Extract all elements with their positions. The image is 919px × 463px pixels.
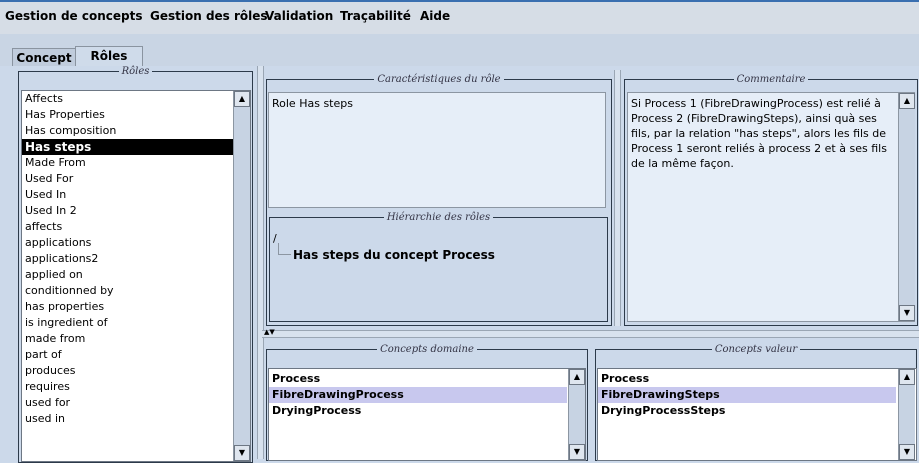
scroll-up-icon[interactable]: ▲ [899,369,915,385]
list-item[interactable]: affects [22,219,233,235]
list-item[interactable]: DryingProcessSteps [598,403,896,419]
scroll-down-icon[interactable]: ▼ [899,444,915,460]
roles-list[interactable]: Affects Has Properties Has composition H… [21,90,251,462]
top-vertical-splitter[interactable] [614,70,621,326]
list-item[interactable]: Affects [22,91,233,107]
value-concepts-legend: Concepts valeur [714,344,798,355]
comment-legend: Commentaire [736,74,806,85]
hierarchy-legend: Hiérarchie des rôles [386,212,491,223]
list-item-highlighted[interactable]: FibreDrawingProcess [269,387,567,403]
scroll-up-icon[interactable]: ▲ [899,93,915,109]
list-item-highlighted[interactable]: FibreDrawingSteps [598,387,896,403]
value-concepts-body: Process FibreDrawingSteps DryingProcessS… [598,371,896,419]
list-item[interactable]: applications2 [22,251,233,267]
vertical-splitter[interactable] [257,66,264,459]
list-item[interactable]: produces [22,363,233,379]
list-item[interactable]: Has composition [22,123,233,139]
list-item[interactable]: Process [269,371,567,387]
domain-concepts-legend: Concepts domaine [380,344,474,355]
list-item[interactable]: made from [22,331,233,347]
scroll-up-icon[interactable]: ▲ [569,369,585,385]
list-item[interactable]: used in [22,411,233,427]
list-item[interactable]: Used In 2 [22,203,233,219]
domain-concepts-body: Process FibreDrawingProcess DryingProces… [269,371,567,419]
menu-aide[interactable]: Aide [420,9,450,23]
list-item[interactable]: DryingProcess [269,403,567,419]
list-item[interactable]: applied on [22,267,233,283]
tab-concept[interactable]: Concept [12,48,76,67]
tree-connector [278,243,291,255]
value-concepts-list[interactable]: Process FibreDrawingSteps DryingProcessS… [597,368,917,461]
hierarchy-node[interactable]: Has steps du concept Process [293,248,495,262]
roles-list-body: Affects Has Properties Has composition H… [22,91,233,461]
list-item[interactable]: applications [22,235,233,251]
domain-concepts-list[interactable]: Process FibreDrawingProcess DryingProces… [268,368,586,461]
roles-panel: Rôles Affects Has Properties Has composi… [12,66,257,463]
tab-roles[interactable]: Rôles [75,46,143,67]
list-item-selected[interactable]: Has steps [22,139,233,155]
comment-scrollbar[interactable]: ▲ ▼ [898,93,915,321]
list-item[interactable]: Has Properties [22,107,233,123]
list-item[interactable]: Made From [22,155,233,171]
window-top-border [0,0,919,2]
menu-tracabilite[interactable]: Traçabilité [340,9,411,23]
list-item[interactable]: Process [598,371,896,387]
domain-concepts-scrollbar[interactable]: ▲ ▼ [568,369,585,460]
scroll-down-icon[interactable]: ▼ [569,444,585,460]
hierarchy-group: Hiérarchie des rôles [269,212,608,322]
splitter-arrows-icon[interactable]: ▲▼ [264,328,275,336]
list-item[interactable]: Used For [22,171,233,187]
list-item[interactable]: Used In [22,187,233,203]
list-item[interactable]: has properties [22,299,233,315]
scroll-up-icon[interactable]: ▲ [234,91,250,107]
menu-gestion-roles[interactable]: Gestion des rôles [150,9,268,23]
horizontal-splitter[interactable]: ▲▼ [262,328,919,338]
menu-gestion-concepts[interactable]: Gestion de concepts [5,9,142,23]
comment-text: Si Process 1 (FibreDrawingProcess) est r… [631,97,887,170]
characteristics-legend: Caractéristiques du rôle [377,74,501,85]
value-concepts-scrollbar[interactable]: ▲ ▼ [898,369,915,460]
list-item[interactable]: conditionned by [22,283,233,299]
menu-bar: Gestion de concepts Gestion des rôles Va… [0,0,919,35]
list-item[interactable]: part of [22,347,233,363]
role-description-field[interactable]: Role Has steps [268,92,606,208]
tab-row: Concept Rôles [0,34,919,67]
menu-validation[interactable]: Validation [265,9,333,23]
list-item[interactable]: is ingredient of [22,315,233,331]
comment-textarea[interactable]: Si Process 1 (FibreDrawingProcess) est r… [627,92,915,322]
roles-legend: Rôles [121,66,150,77]
list-item[interactable]: used for [22,395,233,411]
hierarchy-root: / [273,232,277,245]
scroll-down-icon[interactable]: ▼ [899,305,915,321]
list-item[interactable]: requires [22,379,233,395]
roles-scrollbar[interactable]: ▲ ▼ [233,91,250,461]
